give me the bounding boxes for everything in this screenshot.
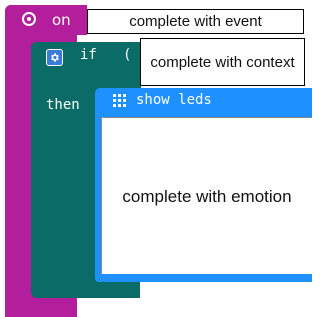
led-matrix-input[interactable]: complete with emotion <box>101 117 312 275</box>
condition-input-field[interactable]: complete with context <box>140 38 305 86</box>
on-event-block-header[interactable] <box>5 5 87 35</box>
if-label: if <box>80 47 97 63</box>
show-leds-label: show leds <box>136 92 212 108</box>
show-leds-header[interactable]: show leds <box>113 92 212 108</box>
show-leds-block-footer <box>95 274 312 282</box>
if-open-paren: ( <box>123 47 132 63</box>
then-label: then <box>46 97 80 113</box>
event-input-field[interactable]: complete with event <box>87 9 304 34</box>
radio-icon <box>22 12 36 26</box>
gear-icon-glyph <box>51 53 59 62</box>
gear-icon[interactable] <box>46 49 63 66</box>
on-event-label: on <box>52 11 71 29</box>
led-grid-icon <box>113 93 126 107</box>
